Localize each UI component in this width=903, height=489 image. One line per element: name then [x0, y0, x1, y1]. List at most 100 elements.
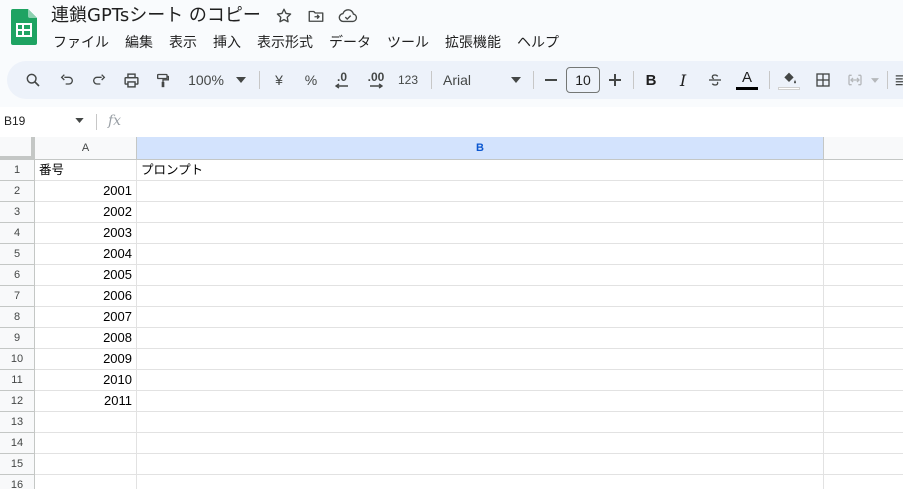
search-menus-icon[interactable] — [21, 61, 45, 99]
cell-b6[interactable] — [137, 265, 824, 286]
cell-a4[interactable]: 2003 — [35, 223, 137, 244]
cell-c14[interactable] — [824, 433, 903, 454]
menu-data[interactable]: データ — [321, 31, 379, 55]
cell-b15[interactable] — [137, 454, 824, 475]
column-header-c[interactable] — [824, 137, 903, 160]
row-header[interactable]: 4 — [0, 223, 35, 244]
decrease-decimal-button[interactable]: .0 — [329, 61, 355, 99]
row-header[interactable]: 16 — [0, 475, 35, 489]
move-to-folder-icon[interactable] — [306, 6, 326, 26]
cell-a8[interactable]: 2007 — [35, 307, 137, 328]
cell-c7[interactable] — [824, 286, 903, 307]
cell-b2[interactable] — [137, 181, 824, 202]
row-header[interactable]: 11 — [0, 370, 35, 391]
cell-b16[interactable] — [137, 475, 824, 489]
cell-a9[interactable]: 2008 — [35, 328, 137, 349]
menu-file[interactable]: ファイル — [45, 31, 117, 55]
row-header[interactable]: 10 — [0, 349, 35, 370]
cell-c2[interactable] — [824, 181, 903, 202]
decrease-font-size-icon[interactable] — [541, 61, 561, 99]
menu-edit[interactable]: 編集 — [117, 31, 161, 55]
cell-b4[interactable] — [137, 223, 824, 244]
cell-a7[interactable]: 2006 — [35, 286, 137, 307]
cell-a16[interactable] — [35, 475, 137, 489]
column-header-b[interactable]: B — [137, 137, 824, 160]
row-header[interactable]: 3 — [0, 202, 35, 223]
column-header-a[interactable]: A — [35, 137, 137, 160]
cell-c12[interactable] — [824, 391, 903, 412]
cell-b1[interactable]: プロンプト — [137, 160, 824, 181]
font-dropdown-icon[interactable] — [509, 61, 523, 99]
text-color-button[interactable]: A — [735, 61, 759, 99]
format-currency-button[interactable]: ¥ — [267, 61, 291, 99]
row-header[interactable]: 6 — [0, 265, 35, 286]
undo-icon[interactable] — [55, 61, 79, 99]
cloud-status-icon[interactable] — [338, 6, 358, 26]
bold-button[interactable]: B — [639, 61, 663, 99]
cell-a14[interactable] — [35, 433, 137, 454]
cell-b14[interactable] — [137, 433, 824, 454]
menu-tools[interactable]: ツール — [379, 31, 437, 55]
font-size-input[interactable]: 10 — [566, 67, 600, 93]
cell-a15[interactable] — [35, 454, 137, 475]
cell-b13[interactable] — [137, 412, 824, 433]
cell-c9[interactable] — [824, 328, 903, 349]
menu-view[interactable]: 表示 — [161, 31, 205, 55]
increase-decimal-button[interactable]: .00 — [361, 61, 391, 99]
menu-insert[interactable]: 挿入 — [205, 31, 249, 55]
document-title[interactable]: 連鎖GPTsシート のコピー — [51, 4, 261, 28]
more-formats-button[interactable]: 123 — [395, 61, 421, 99]
cell-c5[interactable] — [824, 244, 903, 265]
cell-c1[interactable] — [824, 160, 903, 181]
cell-a5[interactable]: 2004 — [35, 244, 137, 265]
menu-help[interactable]: ヘルプ — [509, 31, 567, 55]
print-icon[interactable] — [119, 61, 143, 99]
fill-color-icon[interactable] — [777, 61, 801, 99]
row-header[interactable]: 2 — [0, 181, 35, 202]
zoom-select[interactable]: 100% — [183, 61, 229, 99]
cell-b7[interactable] — [137, 286, 824, 307]
cell-b8[interactable] — [137, 307, 824, 328]
cell-b12[interactable] — [137, 391, 824, 412]
paint-format-icon[interactable] — [151, 61, 175, 99]
borders-icon[interactable] — [811, 61, 835, 99]
row-header[interactable]: 1 — [0, 160, 35, 181]
menu-format[interactable]: 表示形式 — [249, 31, 321, 55]
select-all-corner[interactable] — [0, 137, 35, 160]
cell-c4[interactable] — [824, 223, 903, 244]
row-header[interactable]: 14 — [0, 433, 35, 454]
cell-c3[interactable] — [824, 202, 903, 223]
cell-a1[interactable]: 番号 — [35, 160, 137, 181]
increase-font-size-icon[interactable] — [605, 61, 625, 99]
cell-a3[interactable]: 2002 — [35, 202, 137, 223]
sheets-logo-icon[interactable] — [11, 9, 37, 45]
cell-c15[interactable] — [824, 454, 903, 475]
italic-button[interactable]: I — [671, 61, 695, 99]
cell-b3[interactable] — [137, 202, 824, 223]
cell-a13[interactable] — [35, 412, 137, 433]
zoom-dropdown-icon[interactable] — [233, 61, 249, 99]
cell-a10[interactable]: 2009 — [35, 349, 137, 370]
merge-cells-icon[interactable] — [843, 61, 867, 99]
cell-b11[interactable] — [137, 370, 824, 391]
row-header[interactable]: 8 — [0, 307, 35, 328]
cell-c8[interactable] — [824, 307, 903, 328]
cell-a12[interactable]: 2011 — [35, 391, 137, 412]
row-header[interactable]: 5 — [0, 244, 35, 265]
merge-dropdown-icon[interactable] — [869, 61, 881, 99]
row-header[interactable]: 12 — [0, 391, 35, 412]
align-icon[interactable] — [893, 61, 903, 99]
cell-c11[interactable] — [824, 370, 903, 391]
cell-c16[interactable] — [824, 475, 903, 489]
strikethrough-icon[interactable] — [703, 61, 727, 99]
cell-a11[interactable]: 2010 — [35, 370, 137, 391]
cell-a2[interactable]: 2001 — [35, 181, 137, 202]
redo-icon[interactable] — [87, 61, 111, 99]
cell-a6[interactable]: 2005 — [35, 265, 137, 286]
name-box-dropdown-icon[interactable] — [75, 118, 84, 123]
row-header[interactable]: 15 — [0, 454, 35, 475]
row-header[interactable]: 9 — [0, 328, 35, 349]
menu-extensions[interactable]: 拡張機能 — [437, 31, 509, 55]
row-header[interactable]: 13 — [0, 412, 35, 433]
format-percent-button[interactable]: % — [299, 61, 323, 99]
